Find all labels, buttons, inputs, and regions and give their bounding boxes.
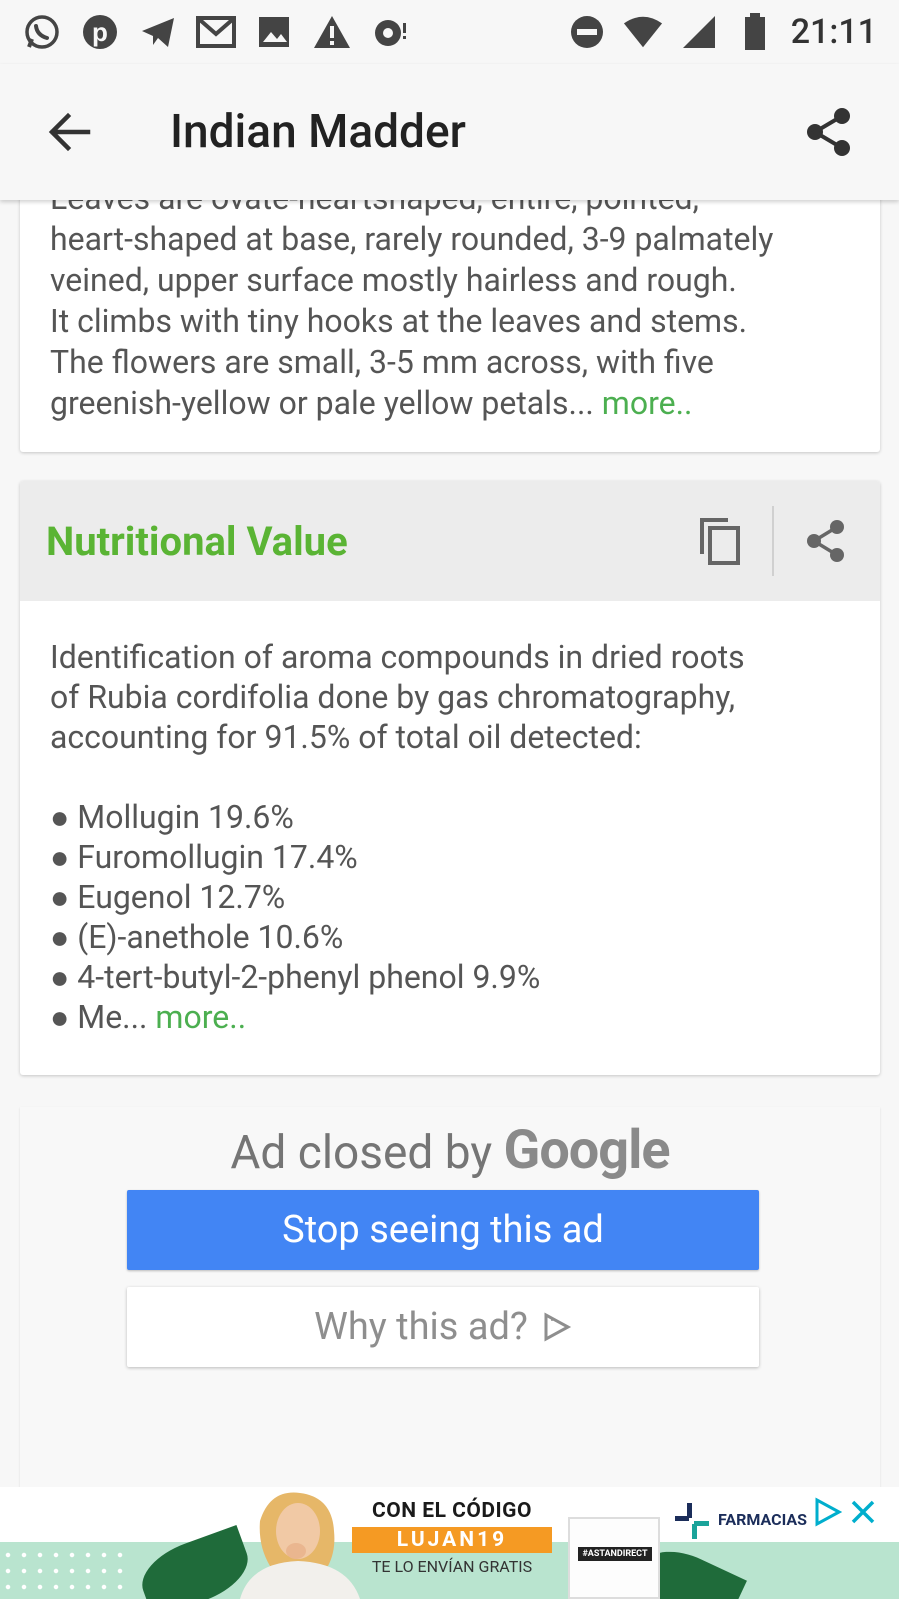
model-photo [240,1492,360,1599]
nutrition-share-button[interactable] [786,501,866,581]
ad-closed-message: Ad closed by Google [20,1119,880,1182]
list-item: ● Mollugin 19.6% [50,798,294,836]
nutrition-more-link[interactable]: more.. [155,998,246,1036]
nutrition-intro-line: accounting for 91.5% of total oil detect… [50,718,642,756]
pharmacy-cross-icon [675,1503,709,1539]
description-more-link[interactable]: more.. [602,384,693,422]
nutrition-card-title: Nutritional Value [46,517,348,565]
description-line: heart-shaped at base, rarely rounded, 3-… [50,220,774,258]
back-button[interactable] [30,92,110,172]
description-line: The flowers are small, 3-5 mm across, wi… [50,343,714,381]
close-ad-icon[interactable] [848,1497,878,1527]
gallery-icon [254,12,294,52]
stop-seeing-ad-button[interactable]: Stop seeing this ad [127,1190,759,1270]
promo-line: CON EL CÓDIGO [372,1499,532,1523]
app-bar: Indian Madder [0,64,899,200]
ad-closed-prefix: Ad closed by [230,1126,493,1180]
last-bullet: ● Me... [50,998,148,1036]
promo-line: TE LO ENVÍAN GRATIS [371,1557,533,1576]
telegram-icon [138,12,178,52]
divider [772,506,774,576]
description-last-line: greenish-yellow or pale yellow petals... [50,384,594,422]
why-this-ad-button[interactable]: Why this ad? [127,1287,759,1367]
list-item: ● Eugenol 12.7% [50,878,286,916]
nutrition-intro: Identification of aroma compounds in dri… [50,637,850,757]
signal-icon [679,12,719,52]
list-item: ● Furomollugin 17.4% [50,838,358,876]
share-button[interactable] [789,92,869,172]
wifi-icon [623,12,663,52]
dot-notification-icon [370,12,410,52]
list-item: ● (E)-anethole 10.6% [50,918,344,956]
banner-ad[interactable]: CON EL CÓDIGO LUJAN19 TE LO ENVÍAN GRATI… [0,1487,899,1599]
do-not-disturb-icon [567,12,607,52]
google-logo: Google [503,1119,671,1182]
description-line: greenish-yellow or pale yellow petals...… [50,383,850,424]
list-item: ● Me... more.. [50,997,850,1037]
arrow-left-icon [48,112,91,152]
pinterest-icon: p [80,12,120,52]
compound-list: ● Mollugin 19.6% ● Furomollugin 17.4% ● … [50,797,850,1037]
copy-button[interactable] [680,501,760,581]
description-line: It climbs with tiny hooks at the leaves … [50,302,748,340]
pharmacy-brand: FARMACIAS [718,1510,807,1529]
description-line: veined, upper surface mostly hairless an… [50,261,737,299]
copy-icon [700,518,740,565]
nutrition-intro-line: Identification of aroma compounds in dri… [50,638,745,676]
gmail-icon [196,12,236,52]
svg-text:p: p [92,17,108,47]
nutrition-card-header: Nutritional Value [20,481,880,601]
nutrition-card-body: Identification of aroma compounds in dri… [20,601,880,1037]
ad-closed-panel: Ad closed by Google Stop seeing this ad … [20,1107,880,1487]
why-this-ad-label: Why this ad? [314,1305,528,1349]
warning-icon [312,12,352,52]
bag-label: #ASTANDIRECT [578,1547,652,1561]
page-title: Indian Madder [170,105,466,159]
share-icon [807,108,850,156]
nutrition-intro-line: of Rubia cordifolia done by gas chromato… [50,678,735,716]
adchoices-icon[interactable] [812,1497,842,1527]
promo-code: LUJAN19 [352,1527,552,1553]
list-item: ● 4-tert-butyl-2-phenyl phenol 9.9% [50,958,541,996]
battery-icon [735,12,775,52]
whatsapp-icon [22,12,62,52]
shopping-bag-image: #ASTANDIRECT [568,1517,660,1599]
status-bar: p 21:11 [0,0,899,64]
clock: 21:11 [790,12,877,52]
dot-pattern [0,1547,130,1599]
promo-text: CON EL CÓDIGO LUJAN19 TE LO ENVÍAN GRATI… [352,1499,552,1576]
share-icon [807,520,844,562]
nutrition-card: Nutritional Value Identification of arom… [20,481,880,1075]
description-text: Leaves are ovate-heartshaped, entire, po… [50,178,850,424]
adchoices-icon [544,1312,572,1342]
